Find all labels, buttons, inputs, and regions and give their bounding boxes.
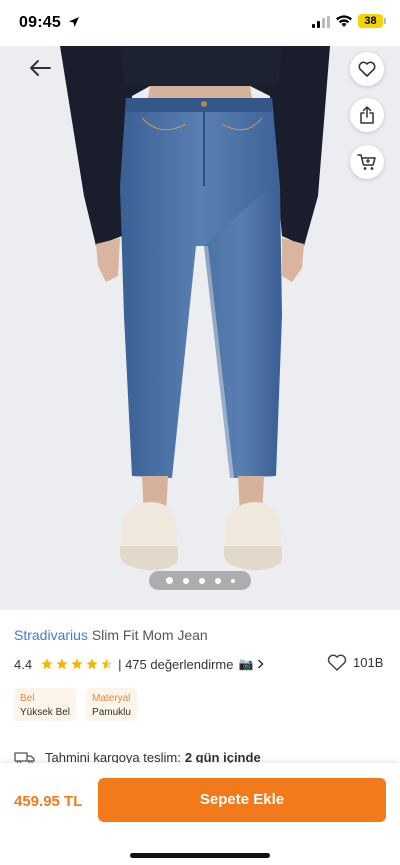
share-button[interactable] — [350, 98, 384, 132]
chevron-right-icon — [258, 659, 264, 669]
heart-outline-icon — [327, 654, 347, 671]
product-price: 459.95 TL — [14, 793, 83, 810]
gallery-dot-active[interactable] — [165, 577, 173, 584]
rating-row[interactable]: 4.4 | 475 değerlendirme 📷 — [14, 656, 264, 672]
bottom-action-bar: 459.95 TL Sepete Ekle — [0, 763, 400, 865]
favorite-button[interactable] — [350, 52, 384, 86]
rating-value: 4.4 — [14, 656, 33, 672]
heart-icon — [358, 61, 376, 77]
attribute-value: Pamuklu — [92, 707, 131, 718]
product-image-gallery[interactable] — [0, 46, 400, 610]
favorite-count-button[interactable]: 101B — [327, 654, 383, 671]
product-name: Slim Fit Mom Jean — [91, 627, 208, 643]
attribute-label: Materyal — [92, 693, 131, 704]
favorite-count: 101B — [353, 655, 384, 670]
gallery-pagination-dots[interactable] — [149, 571, 251, 590]
back-arrow-icon[interactable] — [26, 56, 54, 80]
status-time: 09:45 — [19, 14, 61, 31]
cellular-signal-icon — [312, 16, 330, 28]
star-icon — [56, 658, 68, 670]
status-bar: 09:45 38 — [0, 0, 400, 46]
gallery-dot[interactable] — [198, 577, 205, 584]
attribute-label: Bel — [20, 693, 35, 704]
gallery-dot[interactable] — [182, 577, 189, 584]
attribute-chip: Materyal Pamuklu — [86, 688, 137, 721]
star-icon — [71, 658, 83, 670]
battery-indicator: 38 — [358, 14, 383, 28]
star-icon — [86, 658, 98, 670]
attribute-chip: Bel Yüksek Bel — [14, 688, 77, 721]
battery-tip — [384, 18, 386, 24]
home-indicator[interactable] — [130, 853, 270, 858]
location-arrow-icon — [69, 17, 79, 27]
camera-icon: 📷 — [238, 657, 254, 671]
cart-button[interactable] — [350, 145, 384, 179]
shopping-cart-icon — [357, 154, 376, 170]
attribute-value: Yüksek Bel — [20, 707, 71, 718]
reviews-count[interactable]: | 475 değerlendirme — [118, 657, 233, 672]
product-title: Stradivarius Slim Fit Mom Jean — [14, 627, 208, 643]
brand-link[interactable]: Stradivarius — [14, 627, 88, 643]
gallery-dot[interactable] — [230, 578, 235, 583]
gallery-dot[interactable] — [214, 577, 221, 584]
star-icon — [41, 658, 53, 670]
wifi-icon — [336, 15, 352, 27]
rating-stars — [41, 658, 113, 670]
jeans-product-photo — [0, 46, 400, 610]
add-to-cart-button[interactable]: Sepete Ekle — [98, 778, 386, 822]
attribute-chips: Bel Yüksek Bel Materyal Pamuklu — [14, 688, 137, 721]
half-star-icon — [101, 658, 113, 670]
share-icon — [360, 106, 374, 124]
